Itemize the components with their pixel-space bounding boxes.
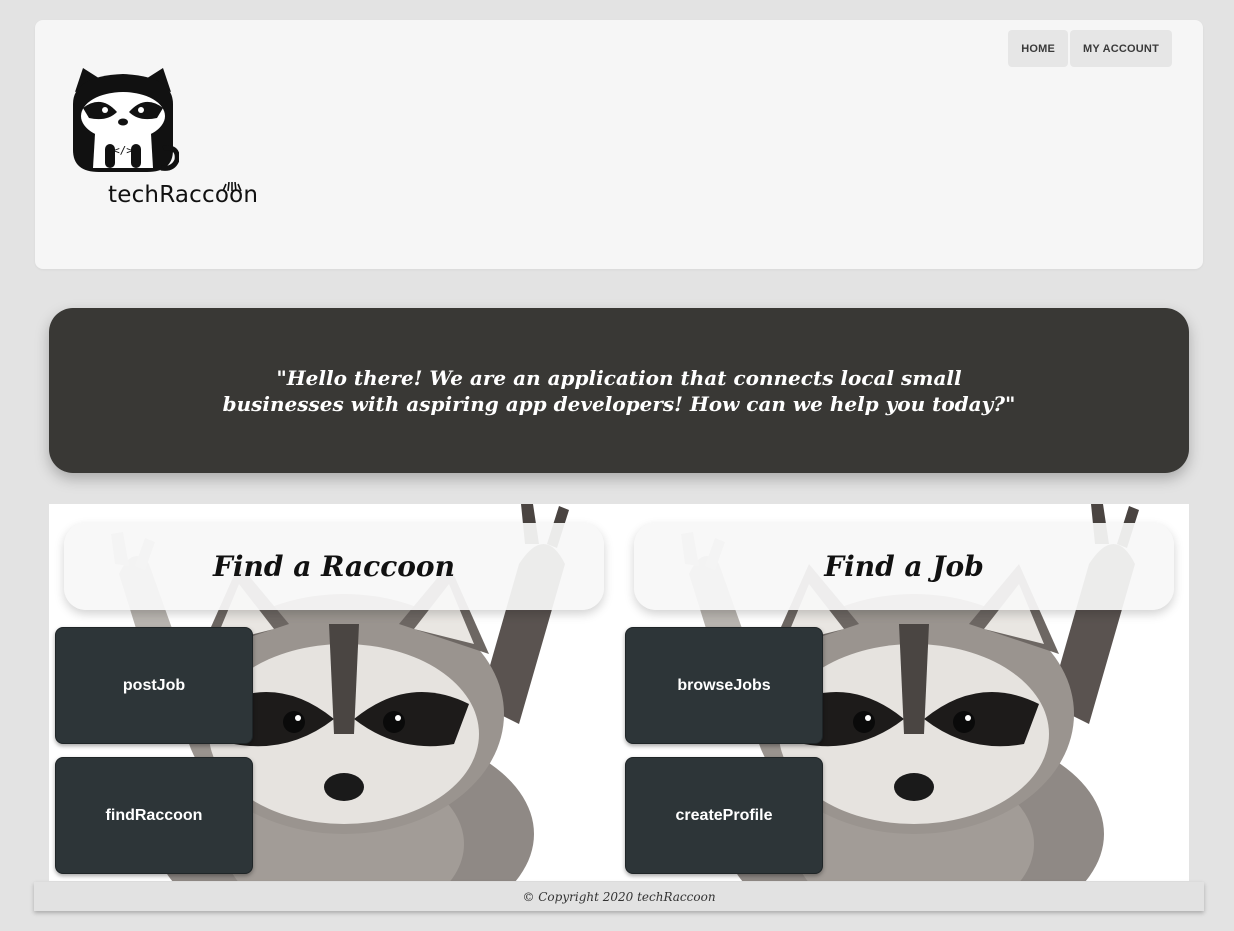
browse-jobs-button[interactable]: browseJobs (625, 627, 823, 744)
raccoon-logo-icon: </> (73, 68, 179, 172)
svg-text:</>: </> (113, 144, 133, 157)
brand-logo[interactable]: </> techRaccoon (67, 64, 277, 214)
find-raccoon-title-card: Find a Raccoon (64, 523, 604, 610)
nav-my-account-button[interactable]: MY ACCOUNT (1070, 30, 1172, 67)
nav-home-button[interactable]: HOME (1008, 30, 1069, 67)
copyright-text: © Copyright 2020 techRaccoon (522, 889, 716, 904)
top-nav: HOME MY ACCOUNT (1008, 30, 1172, 67)
find-raccoon-title: Find a Raccoon (213, 550, 455, 583)
create-profile-button[interactable]: createProfile (625, 757, 823, 874)
page: </> techRaccoon HOME MY ACCOUNT "Hello t… (0, 0, 1234, 931)
site-footer: © Copyright 2020 techRaccoon (34, 882, 1204, 911)
find-raccoon-button[interactable]: findRaccoon (55, 757, 253, 874)
main-panel: Find a Raccoon postJob findRaccoon Find … (49, 504, 1189, 881)
find-job-title: Find a Job (824, 550, 984, 583)
find-job-title-card: Find a Job (634, 523, 1174, 610)
post-job-button[interactable]: postJob (55, 627, 253, 744)
crown-icon (222, 182, 242, 192)
find-job-section: Find a Job browseJobs createProfile (619, 504, 1189, 881)
find-raccoon-section: Find a Raccoon postJob findRaccoon (49, 504, 619, 881)
site-header: </> techRaccoon HOME MY ACCOUNT (35, 20, 1203, 269)
hero-banner: "Hello there! We are an application that… (49, 308, 1189, 473)
hero-quote: "Hello there! We are an application that… (222, 365, 1016, 416)
